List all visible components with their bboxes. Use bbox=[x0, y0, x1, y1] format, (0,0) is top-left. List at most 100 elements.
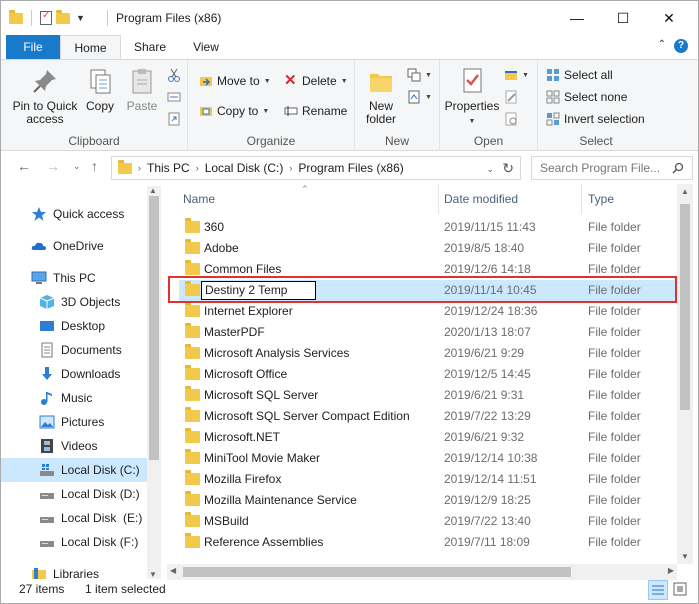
invert-selection-button[interactable]: Invert selection bbox=[546, 112, 645, 126]
nav-item-desktop[interactable]: Desktop bbox=[1, 314, 147, 338]
file-row[interactable]: Mozilla Firefox 2019/12/14 11:51 File fo… bbox=[179, 469, 677, 490]
customize-qat-chevron-icon[interactable]: ▼ bbox=[76, 13, 85, 23]
properties-button[interactable]: Properties ▼ bbox=[444, 66, 500, 128]
help-icon[interactable]: ? bbox=[674, 39, 688, 53]
address-bar[interactable]: › This PC › Local Disk (C:) › Program Fi… bbox=[111, 156, 521, 180]
tab-view[interactable]: View bbox=[179, 35, 233, 60]
properties-qat-icon[interactable] bbox=[40, 10, 52, 25]
nav-item-pictures[interactable]: Pictures bbox=[1, 410, 147, 434]
new-folder-qat-icon[interactable] bbox=[56, 9, 70, 24]
chevron-right-icon[interactable]: › bbox=[138, 163, 141, 173]
file-row[interactable]: Adobe 2019/8/5 18:40 File folder bbox=[179, 238, 677, 259]
refresh-icon[interactable]: ↻ bbox=[502, 160, 514, 177]
scroll-up-icon[interactable]: ▲ bbox=[149, 186, 157, 195]
delete-button[interactable]: ✕ Delete ▼ bbox=[284, 73, 348, 88]
file-row[interactable]: Microsoft Analysis Services 2019/6/21 9:… bbox=[179, 343, 677, 364]
scrollbar-thumb[interactable] bbox=[149, 196, 159, 460]
scrollbar-thumb[interactable] bbox=[183, 567, 571, 577]
edit-icon[interactable] bbox=[504, 90, 518, 104]
file-list-horizontal-scrollbar[interactable]: ◀ ▶ bbox=[167, 564, 677, 580]
breadcrumb-local-disk-c[interactable]: Local Disk (C:) bbox=[205, 161, 284, 175]
file-row[interactable]: Reference Assemblies 2019/7/11 18:09 Fil… bbox=[179, 532, 677, 553]
scroll-down-icon[interactable]: ▼ bbox=[681, 552, 689, 561]
chevron-right-icon[interactable]: › bbox=[196, 163, 199, 173]
tab-home[interactable]: Home bbox=[60, 35, 121, 60]
back-arrow-icon[interactable]: ← bbox=[17, 158, 31, 174]
file-row[interactable]: Internet Explorer 2019/12/24 18:36 File … bbox=[179, 301, 677, 322]
file-row[interactable]: 360 2019/11/15 11:43 File folder bbox=[179, 217, 677, 238]
breadcrumb-this-pc[interactable]: This PC bbox=[147, 161, 190, 175]
file-list-vertical-scrollbar[interactable]: ▲ ▼ bbox=[677, 184, 693, 564]
file-row[interactable]: Microsoft.NET 2019/6/21 9:32 File folder bbox=[179, 427, 677, 448]
select-all-button[interactable]: Select all bbox=[546, 68, 613, 82]
scroll-up-icon[interactable]: ▲ bbox=[681, 187, 689, 196]
column-header-date[interactable]: Date modified bbox=[444, 192, 518, 206]
drive-icon bbox=[39, 510, 55, 526]
tab-share[interactable]: Share bbox=[121, 35, 179, 60]
file-row[interactable]: Mozilla Maintenance Service 2019/12/9 18… bbox=[179, 490, 677, 511]
chevron-right-icon[interactable]: › bbox=[289, 163, 292, 173]
nav-item-documents[interactable]: Documents bbox=[1, 338, 147, 362]
open-icon[interactable]: ▼ bbox=[504, 68, 529, 82]
file-row[interactable]: Microsoft SQL Server 2019/6/21 9:31 File… bbox=[179, 385, 677, 406]
file-row[interactable]: Common Files 2019/12/6 14:18 File folder bbox=[179, 259, 677, 280]
history-icon[interactable] bbox=[504, 112, 518, 126]
copy-button[interactable]: Copy bbox=[81, 66, 119, 113]
nav-item-onedrive[interactable]: OneDrive bbox=[1, 234, 147, 258]
select-none-button[interactable]: Select none bbox=[546, 90, 627, 104]
dropdown-arrow-icon: ▼ bbox=[263, 77, 271, 85]
nav-item-3d-objects[interactable]: 3D Objects bbox=[1, 290, 147, 314]
new-folder-button[interactable]: New folder bbox=[361, 66, 401, 126]
maximize-button[interactable]: ☐ bbox=[600, 1, 646, 35]
details-view-button[interactable] bbox=[648, 580, 668, 600]
large-icons-view-button[interactable] bbox=[671, 580, 691, 600]
nav-item-this-pc[interactable]: This PC bbox=[1, 266, 147, 290]
scroll-left-icon[interactable]: ◀ bbox=[170, 566, 176, 575]
up-arrow-icon[interactable]: ↑ bbox=[91, 158, 98, 174]
rename-input[interactable]: Destiny 2 Temp bbox=[201, 281, 316, 300]
scroll-down-icon[interactable]: ▼ bbox=[149, 570, 157, 579]
nav-item-videos[interactable]: Videos bbox=[1, 434, 147, 458]
nav-pane-scrollbar[interactable]: ▲ ▼ bbox=[147, 186, 161, 579]
recent-locations-chevron-icon[interactable]: ⌄ bbox=[73, 161, 81, 172]
address-dropdown-icon[interactable]: ⌄ bbox=[486, 164, 494, 175]
minimize-button[interactable]: — bbox=[554, 1, 600, 35]
search-box[interactable]: Search Program File... bbox=[531, 156, 693, 180]
copy-to-button[interactable]: Copy to ▼ bbox=[199, 104, 269, 118]
nav-item-libraries[interactable]: Libraries bbox=[1, 562, 147, 579]
forward-arrow-icon[interactable]: → bbox=[46, 158, 60, 174]
column-divider[interactable] bbox=[438, 184, 439, 214]
nav-item-local-disk-d[interactable]: Local Disk (D:) bbox=[1, 482, 147, 506]
copy-path-icon[interactable] bbox=[167, 90, 181, 104]
cube-icon bbox=[39, 294, 55, 310]
file-row[interactable]: MiniTool Movie Maker 2019/12/14 10:38 Fi… bbox=[179, 448, 677, 469]
easy-access-icon[interactable]: ▼ bbox=[407, 90, 432, 104]
file-row[interactable]: Microsoft Office 2019/12/5 14:45 File fo… bbox=[179, 364, 677, 385]
file-row[interactable]: MSBuild 2019/7/22 13:40 File folder bbox=[179, 511, 677, 532]
file-row-selected[interactable]: Destiny 2 Temp 2019/11/14 10:45 File fol… bbox=[179, 280, 677, 301]
nav-item-music[interactable]: Music bbox=[1, 386, 147, 410]
nav-item-local-disk-e[interactable]: Local Disk (E:) bbox=[1, 506, 147, 530]
paste-shortcut-icon[interactable] bbox=[167, 112, 181, 126]
chevron-up-icon[interactable]: ⌃ bbox=[658, 39, 666, 50]
tab-file[interactable]: File bbox=[6, 35, 60, 60]
new-item-icon[interactable]: ▼ bbox=[407, 68, 432, 82]
move-to-button[interactable]: Move to ▼ bbox=[199, 74, 271, 88]
scrollbar-thumb[interactable] bbox=[680, 204, 690, 410]
column-header-name[interactable]: Name bbox=[183, 192, 215, 206]
column-divider[interactable] bbox=[581, 184, 582, 214]
paste-button[interactable]: Paste bbox=[121, 66, 163, 113]
breadcrumb-program-files-x86[interactable]: Program Files (x86) bbox=[298, 161, 403, 175]
cut-icon[interactable] bbox=[167, 68, 181, 82]
nav-item-local-disk-c[interactable]: Local Disk (C:) bbox=[1, 458, 147, 482]
nav-item-downloads[interactable]: Downloads bbox=[1, 362, 147, 386]
pin-to-quick-access-button[interactable]: Pin to Quick access bbox=[7, 66, 83, 126]
close-button[interactable]: ✕ bbox=[646, 1, 692, 35]
file-row[interactable]: Microsoft SQL Server Compact Edition 201… bbox=[179, 406, 677, 427]
column-header-type[interactable]: Type bbox=[588, 192, 614, 206]
file-row[interactable]: MasterPDF 2020/1/13 18:07 File folder bbox=[179, 322, 677, 343]
scroll-right-icon[interactable]: ▶ bbox=[668, 566, 674, 575]
nav-item-quick-access[interactable]: Quick access bbox=[1, 202, 147, 226]
nav-item-local-disk-f[interactable]: Local Disk (F:) bbox=[1, 530, 147, 554]
rename-button[interactable]: Rename bbox=[284, 104, 347, 118]
